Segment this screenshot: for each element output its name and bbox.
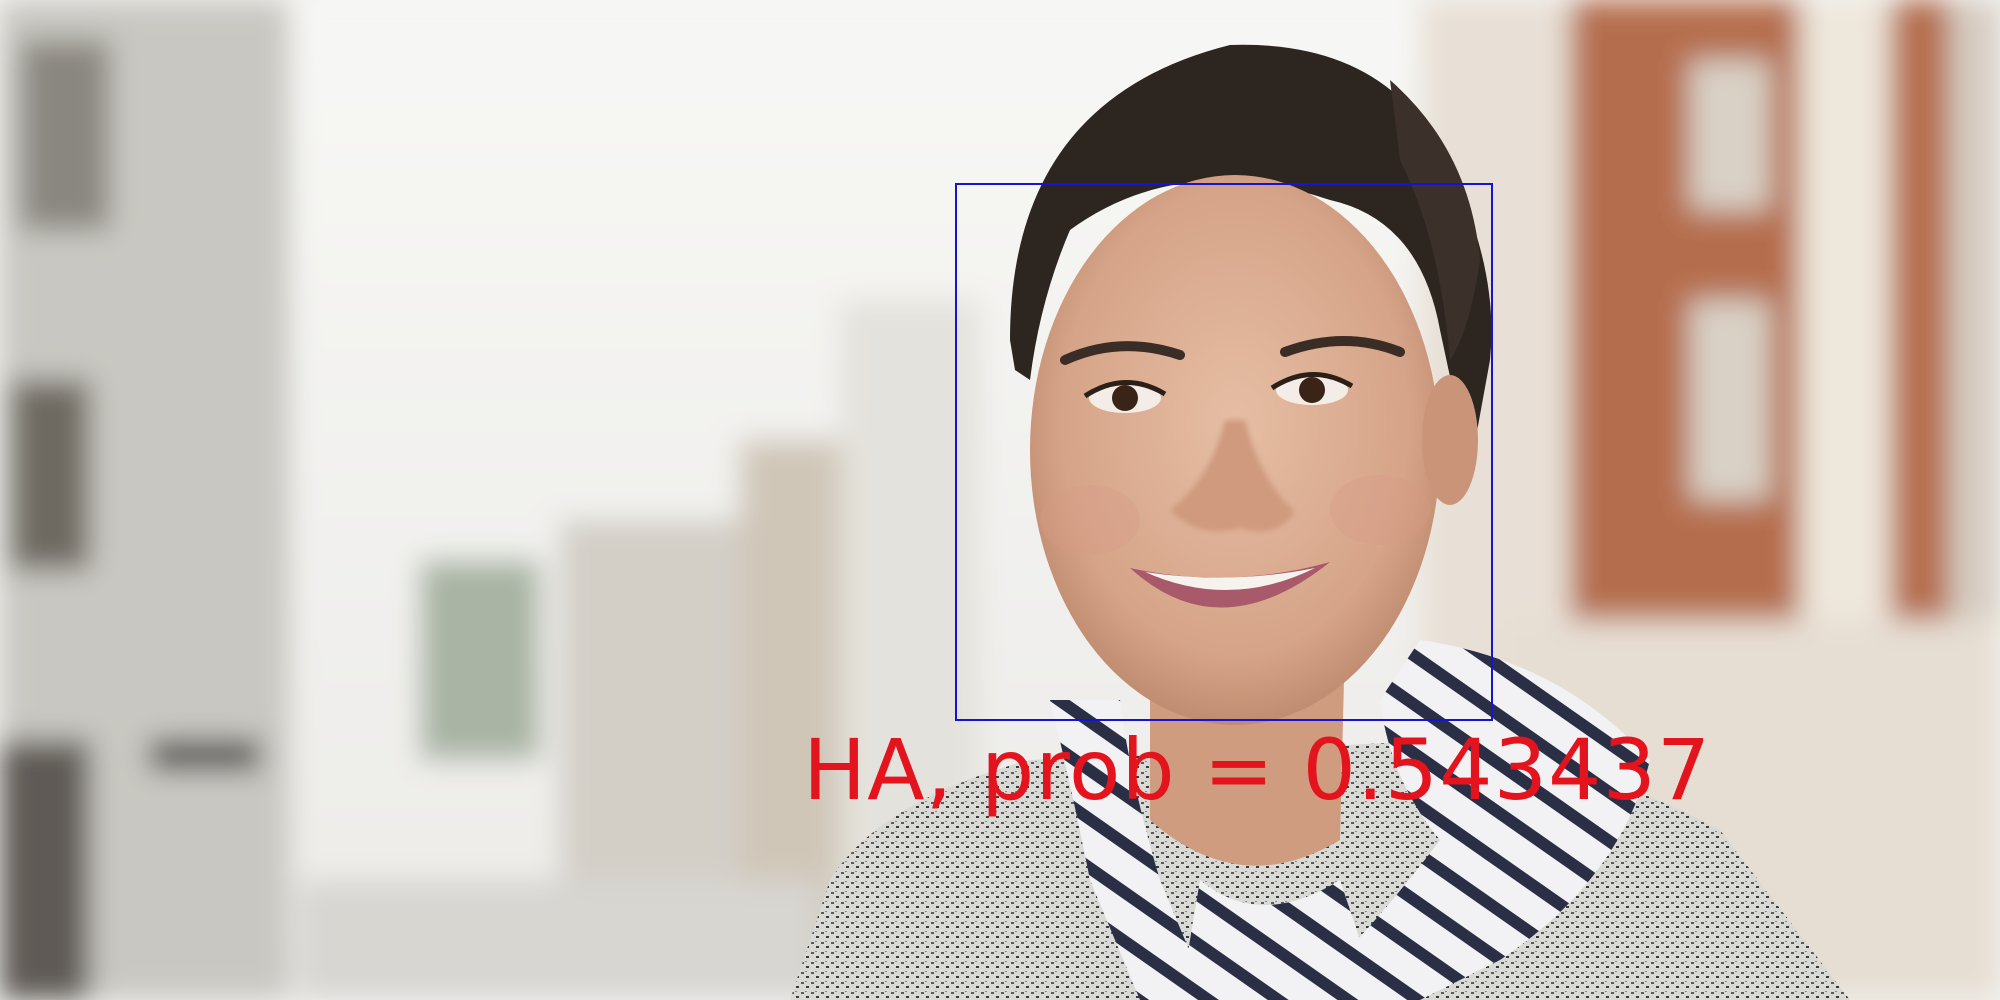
photo-scene: HA, prob = 0.543437 bbox=[0, 0, 2000, 1000]
face-bounding-box bbox=[955, 183, 1493, 721]
detection-label: HA, prob = 0.543437 bbox=[803, 721, 1712, 819]
